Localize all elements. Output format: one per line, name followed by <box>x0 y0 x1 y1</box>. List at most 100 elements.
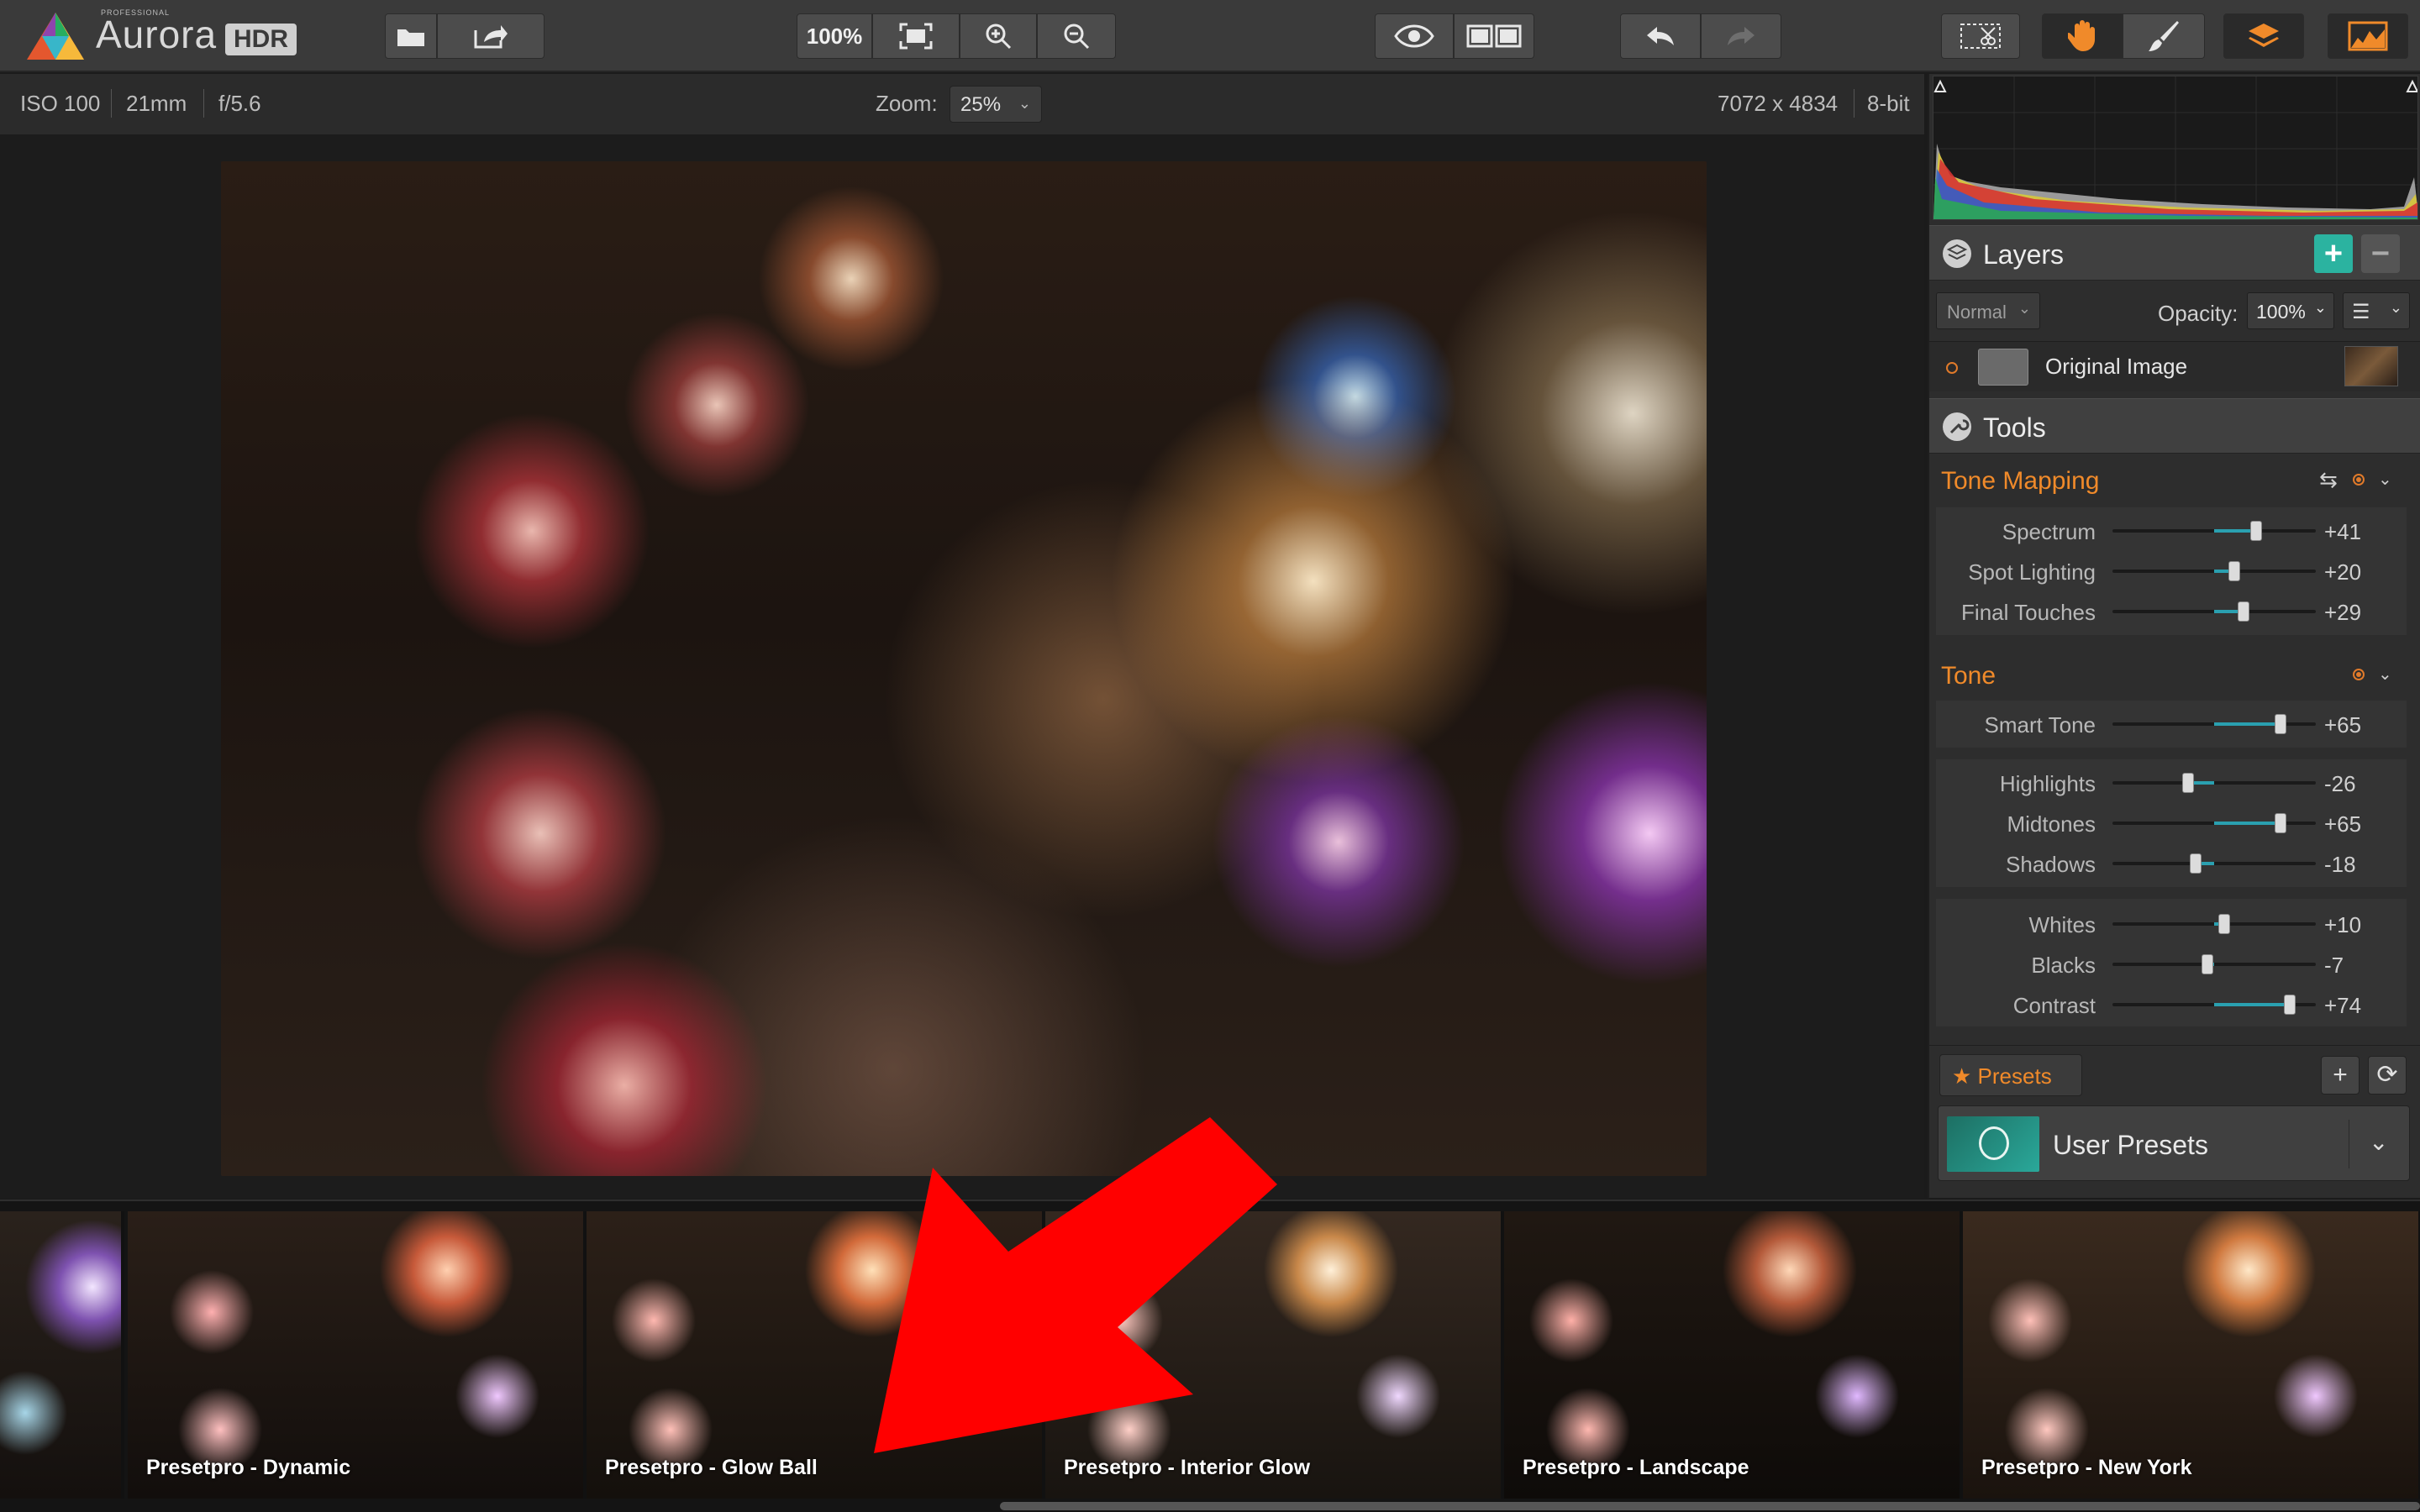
presets-button-label: Presets <box>1977 1063 2052 1089</box>
fit-screen-button[interactable] <box>872 13 960 59</box>
add-preset-button[interactable]: + <box>2321 1056 2360 1095</box>
slider-handle[interactable] <box>2249 521 2262 541</box>
slider-handle[interactable] <box>2181 773 2194 793</box>
slider-track[interactable] <box>2112 995 2316 1015</box>
main-photo[interactable] <box>221 161 1707 1176</box>
preset-label: Presetpro - New York <box>1981 1456 2192 1479</box>
zoom-100-button[interactable]: 100% <box>797 13 872 59</box>
slider-value: -18 <box>2324 852 2356 877</box>
opacity-select[interactable]: 100% ⌄ <box>2247 292 2334 329</box>
brush-icon <box>2149 21 2179 51</box>
zoom-out-button[interactable] <box>1037 13 1116 59</box>
slider-row: Smart Tone +65 <box>1936 704 2407 744</box>
layers-header[interactable]: Layers + − <box>1929 225 2420 281</box>
chevron-down-icon: ⌄ <box>1018 95 1031 112</box>
brand-name: Aurora <box>96 13 218 56</box>
remove-layer-button[interactable]: − <box>2361 234 2400 273</box>
slider-label: Highlights <box>1999 771 2096 796</box>
open-button[interactable] <box>385 13 437 59</box>
preset-thumbnail[interactable]: Presetpro - New York <box>1963 1211 2420 1499</box>
aperture-value: f/5.6 <box>218 91 261 116</box>
compare-button[interactable] <box>1454 13 1534 59</box>
share-button[interactable] <box>437 13 544 59</box>
zoom-label: Zoom: <box>876 91 938 116</box>
undo-icon <box>1647 27 1674 45</box>
slider-handle[interactable] <box>2218 914 2231 934</box>
preset-thumbnail[interactable]: Presetpro - Dynamic <box>128 1211 587 1499</box>
add-layer-button[interactable]: + <box>2314 234 2353 273</box>
preset-thumbnail[interactable]: Presetpro - Landscape <box>1504 1211 1963 1499</box>
preset-label: Presetpro - Landscape <box>1523 1456 1749 1479</box>
histogram-panel-button[interactable] <box>2328 13 2408 59</box>
slider-track[interactable] <box>2112 521 2316 541</box>
tone-mapping-header[interactable]: Tone Mapping ⇆ ⌄ <box>1929 457 2420 504</box>
blend-mode-select[interactable]: Normal ⌄ <box>1936 292 2040 329</box>
undo-button[interactable] <box>1620 13 1701 59</box>
enable-dot-icon[interactable] <box>2353 474 2365 486</box>
histogram-graph <box>1933 76 2417 219</box>
slider-handle[interactable] <box>2283 995 2296 1015</box>
preset-thumbnail-partial[interactable] <box>0 1211 124 1499</box>
refresh-presets-button[interactable]: ⟳ <box>2368 1056 2407 1095</box>
histogram <box>1933 76 2418 220</box>
crop-button[interactable] <box>1941 13 2020 59</box>
star-icon: ★ <box>1952 1063 1972 1089</box>
enable-dot-icon[interactable] <box>2353 669 2365 680</box>
layer-visibility-dot[interactable] <box>1946 362 1958 374</box>
layer-name: Original Image <box>2045 354 2188 379</box>
slider-handle[interactable] <box>2238 601 2250 622</box>
hand-tool-button[interactable] <box>2042 13 2123 59</box>
slider-row: Blacks -7 <box>1936 944 2407 984</box>
slider-track[interactable] <box>2112 561 2316 581</box>
slider-handle[interactable] <box>2228 561 2241 581</box>
slider-value: +10 <box>2324 912 2362 937</box>
slider-label: Smart Tone <box>1984 712 2096 738</box>
image-canvas[interactable] <box>0 134 1924 1198</box>
tools-section-icon <box>1943 412 1971 441</box>
tools-header[interactable]: Tools <box>1929 398 2420 454</box>
chevron-down-icon[interactable]: ⌄ <box>2378 664 2392 685</box>
layers-title: Layers <box>1983 239 2065 270</box>
open-folder-icon <box>397 29 424 46</box>
blend-mode-value: Normal <box>1947 302 2007 323</box>
slider-track[interactable] <box>2112 853 2316 874</box>
preset-category-select[interactable]: User Presets ⌄ <box>1938 1105 2410 1181</box>
zoom-select[interactable]: 25% ⌄ <box>950 86 1042 123</box>
presets-button[interactable]: ★ Presets <box>1939 1054 2082 1096</box>
slider-label: Blacks <box>2031 953 2096 978</box>
slider-handle[interactable] <box>2274 714 2286 734</box>
refresh-icon[interactable]: ⇆ <box>2319 467 2338 493</box>
slider-label: Spot Lighting <box>1968 559 2096 585</box>
slider-handle[interactable] <box>2201 954 2213 974</box>
slider-track[interactable] <box>2112 954 2316 974</box>
layer-controls: Normal ⌄ Opacity: 100% ⌄ ☰ ⌄ <box>1929 282 2420 341</box>
redo-button[interactable] <box>1701 13 1781 59</box>
slider-value: +29 <box>2324 600 2362 625</box>
zoom-in-button[interactable] <box>960 13 1037 59</box>
top-toolbar: PROFESSIONAL Aurora HDR 100% <box>0 0 2420 72</box>
app-logo: PROFESSIONAL Aurora HDR <box>25 8 297 64</box>
filmstrip-scrollbar[interactable] <box>1000 1502 2420 1510</box>
preset-category-label: User Presets <box>2053 1130 2208 1160</box>
zoom-100-label: 100% <box>806 23 863 49</box>
iso-value: ISO 100 <box>20 91 101 116</box>
slider-track[interactable] <box>2112 773 2316 793</box>
chevron-down-icon[interactable]: ⌄ <box>2378 469 2392 490</box>
layer-menu-button[interactable]: ☰ ⌄ <box>2343 292 2410 329</box>
brush-tool-button[interactable] <box>2123 13 2205 59</box>
slider-track[interactable] <box>2112 714 2316 734</box>
tone-header[interactable]: Tone ⌄ <box>1929 652 2420 699</box>
slider-track[interactable] <box>2112 914 2316 934</box>
slider-value: +65 <box>2324 712 2362 738</box>
slider-label: Final Touches <box>1961 600 2096 625</box>
slider-track[interactable] <box>2112 813 2316 833</box>
layers-panel-button[interactable] <box>2223 13 2304 59</box>
slider-handle[interactable] <box>2190 853 2202 874</box>
layer-image-thumbnail <box>2344 346 2398 386</box>
slider-value: +41 <box>2324 519 2362 544</box>
chevron-down-icon: ⌄ <box>2369 1129 2389 1155</box>
slider-row: Highlights -26 <box>1936 763 2407 803</box>
slider-track[interactable] <box>2112 601 2316 622</box>
slider-handle[interactable] <box>2274 813 2286 833</box>
preview-button[interactable] <box>1375 13 1454 59</box>
